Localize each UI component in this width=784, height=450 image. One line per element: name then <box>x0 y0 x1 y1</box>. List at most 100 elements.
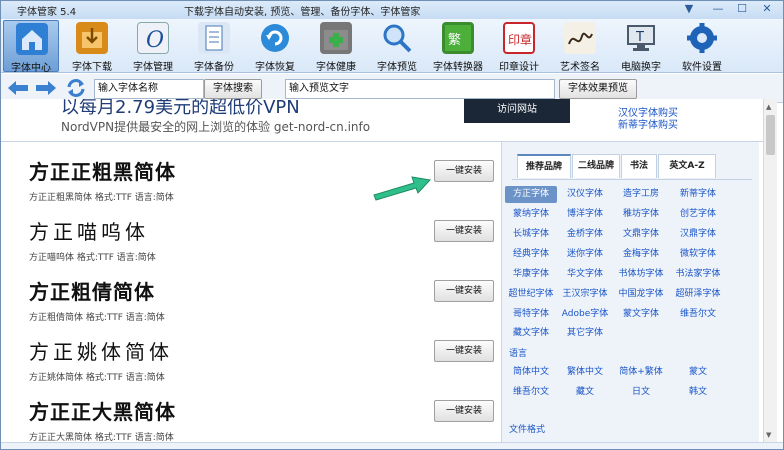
tab-recommended-brands[interactable]: 推荐品牌 <box>517 154 571 178</box>
brand-link[interactable]: 书体坊字体 <box>615 266 667 283</box>
ad-subline: NordVPN提供最安全的网上浏览的体验 get-nord-cn.info <box>61 120 371 134</box>
tab-english-a-z[interactable]: 英文A-Z <box>658 154 716 178</box>
svg-text:T: T <box>635 30 644 45</box>
toolbar-label: 电脑换字 <box>621 62 661 73</box>
font-meta: 方正喵呜体 格式:TTF 语言:简体 <box>29 253 156 263</box>
brand-link[interactable]: 方正字体 <box>505 186 557 203</box>
font-meta: 方正正粗黑简体 格式:TTF 语言:简体 <box>29 193 174 203</box>
brand-link[interactable]: 华文字体 <box>559 266 611 283</box>
toolbar-seal-design[interactable]: 印章 印章设计 <box>491 20 547 73</box>
preview-text-input[interactable]: 输入预览文字 <box>285 79 555 99</box>
language-link[interactable]: 日文 <box>615 384 667 401</box>
toolbar-font-preview[interactable]: 字体预览 <box>369 20 425 73</box>
restore-icon <box>259 22 291 54</box>
brand-link[interactable]: 藏文字体 <box>505 325 557 342</box>
font-list-item: 方正喵呜体 方正喵呜体 格式:TTF 语言:简体 一键安装 <box>1 208 499 268</box>
brand-link[interactable]: 长城字体 <box>505 226 557 243</box>
brand-link[interactable]: 迷你字体 <box>559 246 611 263</box>
language-link[interactable]: 繁体中文 <box>559 364 611 381</box>
brand-link[interactable]: 造字工房 <box>615 186 667 203</box>
toolbar-font-backup[interactable]: 字体备份 <box>186 20 242 73</box>
font-meta: 方正姚体简体 格式:TTF 语言:简体 <box>29 373 165 383</box>
brand-link[interactable]: 超世纪字体 <box>505 286 557 303</box>
install-button[interactable]: 一键安装 <box>434 280 494 302</box>
back-arrow-icon[interactable] <box>7 80 29 96</box>
language-link[interactable]: 藏文 <box>559 384 611 401</box>
brand-link[interactable]: 创艺字体 <box>672 206 724 223</box>
brand-link[interactable]: 蒙纳字体 <box>505 206 557 223</box>
scrollbar-thumb[interactable] <box>766 115 775 155</box>
install-button[interactable]: 一键安装 <box>434 160 494 182</box>
font-list-item: 方正正大黑简体 方正正大黑简体 格式:TTF 语言:简体 一键安装 <box>1 388 499 442</box>
brand-link[interactable]: 新蒂字体 <box>672 186 724 203</box>
toolbar-change-font[interactable]: T 电脑换字 <box>613 20 669 73</box>
toolbar-font-download[interactable]: 字体下载 <box>64 20 120 73</box>
toolbar-label: 字体下载 <box>72 62 112 73</box>
brand-link[interactable]: 蒙文字体 <box>615 306 667 323</box>
toolbar-font-health[interactable]: 字体健康 <box>308 20 364 73</box>
toolbar-font-manage[interactable]: O 字体管理 <box>125 20 181 73</box>
brand-link[interactable]: 王汉宗字体 <box>559 286 611 303</box>
gear-icon <box>686 22 718 54</box>
brand-link[interactable]: 文鼎字体 <box>615 226 667 243</box>
converter-icon: 繁 <box>442 22 474 54</box>
toolbar-art-signature[interactable]: 艺术签名 <box>552 20 608 73</box>
brand-link[interactable]: 金桥字体 <box>559 226 611 243</box>
tab-divider <box>512 179 752 180</box>
magnifier-icon <box>381 22 413 54</box>
language-link[interactable]: 简体+繁体 <box>615 364 667 381</box>
minimize-button[interactable]: — <box>708 2 728 16</box>
language-link[interactable]: 韩文 <box>672 384 724 401</box>
brand-link[interactable]: 其它字体 <box>559 325 611 342</box>
ad-headline: 以每月2.79美元的超低价VPN <box>61 99 300 118</box>
toolbar-font-converter[interactable]: 繁 字体转换器 <box>430 20 486 73</box>
svg-text:印章: 印章 <box>508 32 532 47</box>
forward-arrow-icon[interactable] <box>35 80 57 96</box>
tab-second-tier-brands[interactable]: 二线品牌 <box>572 154 620 178</box>
language-link[interactable]: 简体中文 <box>505 364 557 381</box>
toolbar-label: 字体中心 <box>11 63 51 74</box>
font-search-button[interactable]: 字体搜索 <box>204 79 262 99</box>
toolbar-settings[interactable]: 软件设置 <box>674 20 730 73</box>
window-caption: 下载字体自动安装, 预览、管理、备份字体、字体管家 <box>184 7 421 18</box>
font-list-item: 方正姚体简体 方正姚体简体 格式:TTF 语言:简体 一键安装 <box>1 328 499 388</box>
brand-link[interactable]: 维吾尔文 <box>672 306 724 323</box>
brand-link[interactable]: 超研泽字体 <box>672 286 724 303</box>
brand-link[interactable]: 华康字体 <box>505 266 557 283</box>
font-list-item: 方正粗倩简体 方正粗倩简体 格式:TTF 语言:简体 一键安装 <box>1 268 499 328</box>
brand-link[interactable]: 书法家字体 <box>672 266 724 283</box>
xindi-buy-link[interactable]: 新蒂字体购买 <box>618 116 678 131</box>
scroll-up-icon[interactable]: ▲ <box>766 103 771 111</box>
brand-link[interactable]: 博洋字体 <box>559 206 611 223</box>
toolbar-font-center[interactable]: 字体中心 <box>3 20 59 74</box>
menu-dropdown-button[interactable]: ▼ <box>679 2 699 16</box>
ad-visit-button[interactable]: 访问网站 <box>464 99 570 123</box>
brand-link[interactable]: 微软字体 <box>672 246 724 263</box>
scroll-down-icon[interactable]: ▼ <box>766 431 771 439</box>
toolbar-label: 字体管理 <box>133 62 173 73</box>
home-icon <box>16 23 48 55</box>
install-button[interactable]: 一键安装 <box>434 340 494 362</box>
brand-link[interactable]: 汉仪字体 <box>559 186 611 203</box>
brand-link[interactable]: 经典字体 <box>505 246 557 263</box>
brand-link[interactable]: 哥特字体 <box>505 306 557 323</box>
font-effect-preview-button[interactable]: 字体效果预览 <box>559 79 637 99</box>
toolbar-label: 字体转换器 <box>433 62 483 73</box>
refresh-icon[interactable] <box>65 77 87 99</box>
language-link[interactable]: 蒙文 <box>672 364 724 381</box>
brand-link[interactable]: Adobe字体 <box>559 306 611 323</box>
tab-calligraphy[interactable]: 书法 <box>621 154 657 178</box>
font-name-input[interactable]: 输入字体名称 <box>94 79 204 99</box>
brand-link[interactable]: 稚坊字体 <box>615 206 667 223</box>
toolbar-font-restore[interactable]: 字体恢复 <box>247 20 303 73</box>
ad-banner[interactable]: 以每月2.79美元的超低价VPN NordVPN提供最安全的网上浏览的体验 ge… <box>1 99 763 141</box>
brand-link[interactable]: 中国龙字体 <box>615 286 667 303</box>
vertical-scrollbar[interactable]: ▲ ▼ <box>763 99 777 442</box>
brand-link[interactable]: 汉鼎字体 <box>672 226 724 243</box>
language-link[interactable]: 维吾尔文 <box>505 384 557 401</box>
maximize-button[interactable]: ☐ <box>732 2 752 16</box>
close-button[interactable]: ✕ <box>757 2 777 16</box>
install-button[interactable]: 一键安装 <box>434 220 494 242</box>
brand-link[interactable]: 金梅字体 <box>615 246 667 263</box>
install-button[interactable]: 一键安装 <box>434 400 494 422</box>
